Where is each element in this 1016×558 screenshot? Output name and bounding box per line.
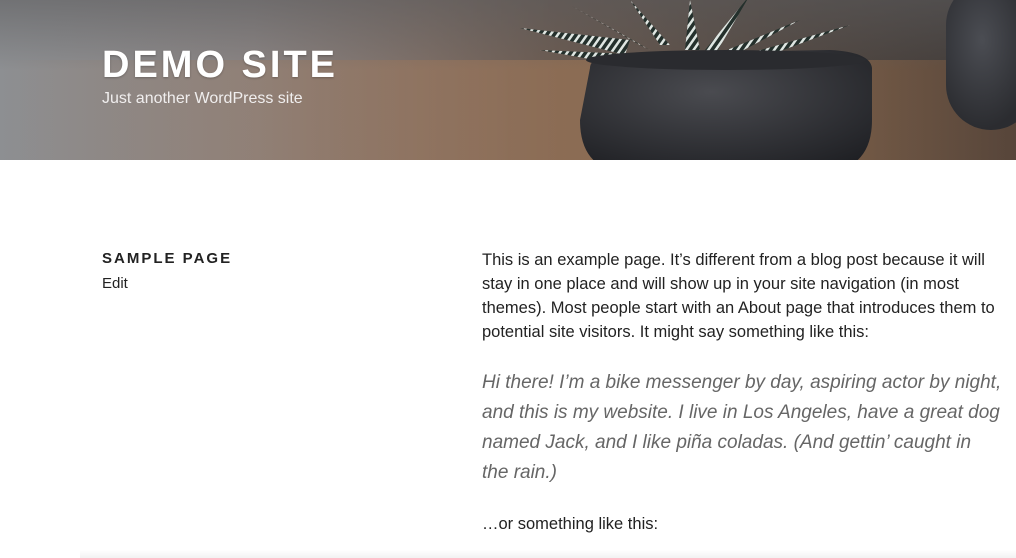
site-description: Just another WordPress site [102, 90, 303, 107]
intro-paragraph: This is an example page. It’s different … [482, 251, 995, 341]
page-content: This is an example page. It’s different … [482, 248, 1002, 536]
outro-paragraph: …or something like this: [482, 515, 659, 533]
site-title[interactable]: DEMO SITE [102, 44, 338, 87]
edit-link[interactable]: Edit [102, 275, 128, 292]
page-title: SAMPLE PAGE [102, 250, 233, 267]
site-header: DEMO SITE Just another WordPress site [0, 0, 1016, 160]
background-pot-image [946, 0, 1016, 130]
example-blockquote: Hi there! I’m a bike messenger by day, a… [482, 372, 1002, 483]
potted-succulent-image [520, 0, 872, 160]
content-divider [80, 550, 1016, 558]
